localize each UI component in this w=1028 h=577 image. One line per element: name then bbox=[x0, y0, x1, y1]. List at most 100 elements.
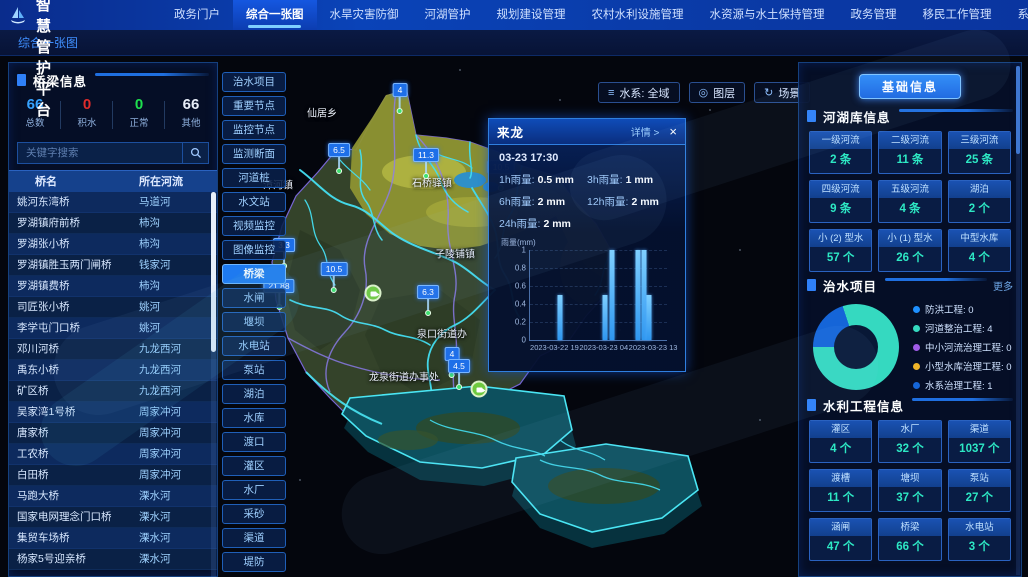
table-row[interactable]: 唐家桥周家冲河 bbox=[9, 423, 217, 444]
table-row[interactable]: 罗湖镇胜玉两门闸桥钱家河 bbox=[9, 255, 217, 276]
panel-scrollbar-thumb[interactable] bbox=[1016, 66, 1020, 154]
map-marker[interactable]: 6.3 bbox=[417, 285, 439, 316]
rain-metric: 24h雨量:2 mm bbox=[499, 216, 587, 231]
info-card[interactable]: 小 (2) 型水57 个 bbox=[809, 229, 872, 272]
layer-item-21[interactable]: 堤防 bbox=[222, 552, 286, 572]
panel-scrollbar[interactable] bbox=[1016, 66, 1020, 575]
card-label: 灌区 bbox=[810, 421, 871, 438]
nav-item-1[interactable]: 政务门户 bbox=[161, 0, 233, 30]
layer-item-4[interactable]: 监测断面 bbox=[222, 144, 286, 164]
layer-item-1[interactable]: 治水项目 bbox=[222, 72, 286, 92]
layer-item-9[interactable]: 桥梁 bbox=[222, 264, 286, 284]
water-system-filter[interactable]: ≡水系: 全域 bbox=[598, 82, 680, 103]
info-card[interactable]: 水电站3 个 bbox=[948, 518, 1011, 561]
layer-item-5[interactable]: 河道桩 bbox=[222, 168, 286, 188]
layers-toggle[interactable]: ◎图层 bbox=[689, 82, 746, 103]
table-row[interactable]: 白田桥周家冲河 bbox=[9, 465, 217, 486]
layer-item-15[interactable]: 水库 bbox=[222, 408, 286, 428]
river-name-cell: 九龙西河 bbox=[127, 360, 217, 380]
layer-item-17[interactable]: 灌区 bbox=[222, 456, 286, 476]
table-row[interactable]: 罗湖镇府前桥柿沟 bbox=[9, 213, 217, 234]
info-card[interactable]: 桥梁66 个 bbox=[878, 518, 941, 561]
info-card[interactable]: 一级河流2 条 bbox=[809, 131, 872, 174]
river-name-cell: 溧水河 bbox=[127, 528, 217, 548]
table-row[interactable]: 司匠张小桥姚河 bbox=[9, 297, 217, 318]
nav-item-5[interactable]: 规划建设管理 bbox=[484, 0, 579, 30]
table-row[interactable]: 工农桥周家冲河 bbox=[9, 444, 217, 465]
layer-item-16[interactable]: 渡口 bbox=[222, 432, 286, 452]
table-row[interactable]: 吴家湾1号桥周家冲河 bbox=[9, 402, 217, 423]
info-card[interactable]: 五级河流4 条 bbox=[878, 180, 941, 223]
layer-item-3[interactable]: 监控节点 bbox=[222, 120, 286, 140]
map-marker[interactable]: 4.5 bbox=[448, 359, 470, 390]
info-card[interactable]: 渠道1037 个 bbox=[948, 420, 1011, 463]
table-scrollbar-thumb[interactable] bbox=[211, 192, 216, 352]
camera-marker-icon[interactable] bbox=[471, 381, 488, 398]
info-card[interactable]: 湖泊2 个 bbox=[948, 180, 1011, 223]
table-row[interactable]: 马跑大桥溧水河 bbox=[9, 486, 217, 507]
layer-item-14[interactable]: 湖泊 bbox=[222, 384, 286, 404]
layer-item-2[interactable]: 重要节点 bbox=[222, 96, 286, 116]
info-card[interactable]: 渡槽11 个 bbox=[809, 469, 872, 512]
layer-item-18[interactable]: 水厂 bbox=[222, 480, 286, 500]
nav-item-7[interactable]: 水资源与水土保持管理 bbox=[697, 0, 838, 30]
nav-item-8[interactable]: 政务管理 bbox=[838, 0, 910, 30]
info-card[interactable]: 灌区4 个 bbox=[809, 420, 872, 463]
info-card[interactable]: 塘坝37 个 bbox=[878, 469, 941, 512]
layer-item-13[interactable]: 泵站 bbox=[222, 360, 286, 380]
layer-item-10[interactable]: 水闸 bbox=[222, 288, 286, 308]
table-row[interactable]: 姚河东湾桥马道河 bbox=[9, 192, 217, 213]
layer-item-19[interactable]: 采砂 bbox=[222, 504, 286, 524]
bridge-name-cell: 工农桥 bbox=[9, 444, 127, 464]
nav-item-6[interactable]: 农村水利设施管理 bbox=[579, 0, 697, 30]
bridge-stat-2: 0积水 bbox=[61, 93, 113, 137]
table-row[interactable]: 罗湖张小桥柿沟 bbox=[9, 234, 217, 255]
info-card[interactable]: 中型水库4 个 bbox=[948, 229, 1011, 272]
layer-item-8[interactable]: 图像监控 bbox=[222, 240, 286, 260]
legend-item: 河道整治工程: 4 bbox=[913, 321, 1012, 335]
search-button[interactable] bbox=[182, 143, 208, 163]
nav-item-4[interactable]: 河湖管护 bbox=[412, 0, 484, 30]
table-row[interactable]: 矿区桥九龙西河 bbox=[9, 381, 217, 402]
layer-item-20[interactable]: 渠道 bbox=[222, 528, 286, 548]
river-name-cell: 姚河 bbox=[127, 318, 217, 338]
basic-info-badge[interactable]: 基础信息 bbox=[859, 74, 961, 99]
map-marker[interactable]: 10.5 bbox=[321, 262, 348, 293]
close-icon[interactable]: × bbox=[669, 125, 677, 138]
table-row[interactable]: 国家电网理念门口桥溧水河 bbox=[9, 507, 217, 528]
search-input[interactable]: 关键字搜索 bbox=[18, 143, 182, 163]
marker-value: 10.5 bbox=[321, 262, 348, 276]
more-link[interactable]: 更多 bbox=[993, 278, 1013, 293]
popup-detail-link[interactable]: 详情 > bbox=[631, 124, 660, 139]
table-row[interactable]: 罗湖镇费桥柿沟 bbox=[9, 276, 217, 297]
card-label: 小 (2) 型水 bbox=[810, 230, 871, 247]
info-card[interactable]: 水厂32 个 bbox=[878, 420, 941, 463]
camera-marker-icon[interactable] bbox=[365, 285, 382, 302]
layer-item-11[interactable]: 堰坝 bbox=[222, 312, 286, 332]
gridline bbox=[530, 286, 667, 287]
table-scrollbar[interactable] bbox=[211, 192, 216, 577]
info-card[interactable]: 涵闸47 个 bbox=[809, 518, 872, 561]
river-name-cell: 姚河 bbox=[127, 297, 217, 317]
info-card[interactable]: 四级河流9 条 bbox=[809, 180, 872, 223]
info-card[interactable]: 二级河流11 条 bbox=[878, 131, 941, 174]
table-row[interactable]: 邓川河桥九龙西河 bbox=[9, 339, 217, 360]
table-row[interactable]: 李学屯门口桥姚河 bbox=[9, 318, 217, 339]
river-name-cell: 溧水河 bbox=[127, 549, 217, 569]
nav-item-2[interactable]: 综合一张图 bbox=[233, 0, 317, 30]
table-row[interactable]: 杨家5号迎亲桥溧水河 bbox=[9, 549, 217, 570]
table-row[interactable]: 禹东小桥九龙西河 bbox=[9, 360, 217, 381]
map-marker[interactable]: 11.3 bbox=[413, 148, 439, 179]
info-card[interactable]: 泵站27 个 bbox=[948, 469, 1011, 512]
map-marker[interactable]: 6.5 bbox=[328, 143, 350, 174]
layer-item-6[interactable]: 水文站 bbox=[222, 192, 286, 212]
nav-item-3[interactable]: 水旱灾害防御 bbox=[317, 0, 412, 30]
nav-item-9[interactable]: 移民工作管理 bbox=[910, 0, 1005, 30]
table-row[interactable]: 集贸车场桥溧水河 bbox=[9, 528, 217, 549]
info-card[interactable]: 三级河流25 条 bbox=[948, 131, 1011, 174]
layer-item-7[interactable]: 视频监控 bbox=[222, 216, 286, 236]
nav-item-10[interactable]: 系统管理 bbox=[1005, 0, 1028, 30]
map-marker[interactable]: 4 bbox=[393, 83, 408, 114]
layer-item-12[interactable]: 水电站 bbox=[222, 336, 286, 356]
info-card[interactable]: 小 (1) 型水26 个 bbox=[878, 229, 941, 272]
